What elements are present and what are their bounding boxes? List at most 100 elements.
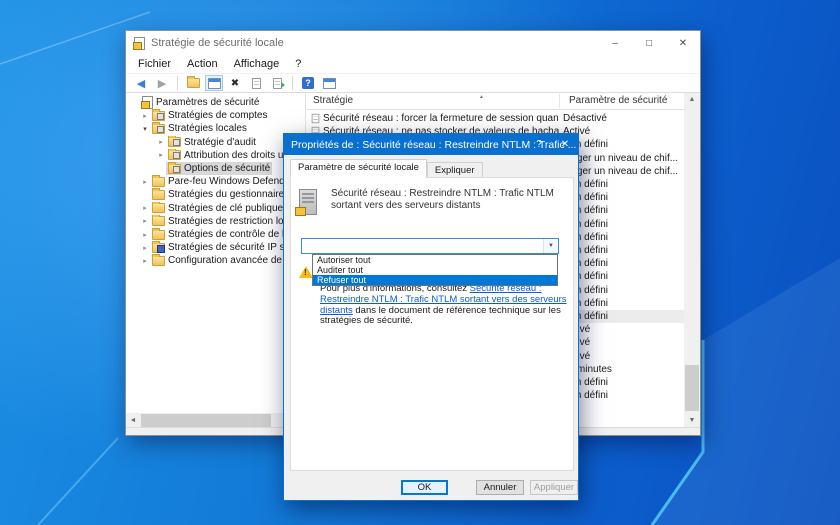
up-one-level-icon[interactable] bbox=[184, 75, 202, 91]
policy-value-cell: Non défini bbox=[563, 377, 681, 388]
policy-title: Sécurité réseau : Restreindre NTLM : Tra… bbox=[331, 188, 559, 212]
menu-action[interactable]: Action bbox=[179, 56, 226, 72]
expand-icon[interactable]: ▸ bbox=[140, 257, 150, 265]
policy-value-cell: Non défini bbox=[563, 311, 681, 322]
tree-item-content: Stratégies de restriction logiciell bbox=[150, 215, 305, 228]
chevron-down-icon[interactable]: ▼ bbox=[543, 239, 558, 253]
delete-icon: ✖ bbox=[231, 78, 239, 89]
properties-dialog: Propriétés de : Sécurité réseau : Restre… bbox=[283, 133, 579, 501]
column-header-value[interactable]: Paramètre de sécurité bbox=[569, 95, 667, 106]
policy-value-cell: Non défini bbox=[563, 205, 681, 216]
tree-item-label: Stratégie d'audit bbox=[184, 137, 256, 148]
help-icon: ? bbox=[302, 77, 314, 89]
menu-item[interactable]: ? bbox=[287, 56, 309, 72]
scroll-up-icon[interactable]: ▲ bbox=[684, 93, 700, 107]
folder-icon bbox=[152, 216, 165, 226]
policy-name-cell: Sécurité réseau : forcer la fermeture de… bbox=[323, 113, 559, 124]
expand-icon[interactable]: ▸ bbox=[140, 204, 150, 212]
policy-row[interactable]: Sécurité réseau : forcer la fermeture de… bbox=[307, 112, 684, 125]
show-console-tree-icon bbox=[208, 78, 221, 89]
help-icon[interactable]: ? bbox=[299, 75, 317, 91]
tree-item-strat-gies-du-gestionnaire-de-list[interactable]: Stratégies du gestionnaire de list bbox=[126, 188, 305, 201]
toolbar-separator bbox=[292, 76, 293, 90]
properties-icon[interactable] bbox=[247, 75, 265, 91]
sort-ascending-icon: ▲ bbox=[479, 94, 484, 100]
back-icon[interactable]: ◀ bbox=[132, 75, 150, 91]
tree-item-content: Paramètres de sécurité bbox=[140, 96, 261, 109]
dialog-buttons: OKAnnulerAppliquer bbox=[284, 480, 571, 496]
policy-value-cell: 30 minutes bbox=[563, 364, 681, 375]
tree-item-strat-gies-de-s-curit-ip-sur-ordi[interactable]: ▸Stratégies de sécurité IP sur Ordi bbox=[126, 241, 305, 254]
window-titlebar[interactable]: Stratégie de sécurité locale –□✕ bbox=[126, 31, 700, 55]
tree-item-label: Paramètres de sécurité bbox=[156, 97, 259, 108]
tab-param-tre-de-s-curit-locale[interactable]: Paramètre de sécurité locale bbox=[290, 159, 427, 178]
tree-item-strat-gies-de-restriction-logiciell[interactable]: ▸Stratégies de restriction logiciell bbox=[126, 215, 305, 228]
policy-value-cell: Désactivé bbox=[563, 113, 681, 124]
export-list-icon[interactable] bbox=[268, 75, 286, 91]
ok-button[interactable]: OK bbox=[401, 480, 448, 495]
delete-icon[interactable]: ✖ bbox=[226, 75, 244, 91]
minimize-button[interactable]: – bbox=[598, 31, 632, 55]
dialog-help-button[interactable]: ? bbox=[526, 134, 552, 155]
dropdown-option-refuser-tout[interactable]: Refuser tout bbox=[313, 275, 557, 285]
ipsec-folder-icon bbox=[152, 243, 165, 253]
tree-item-strat-gies-de-comptes[interactable]: ▸ Stratégies de comptes bbox=[126, 109, 305, 122]
policy-value-cell: Non défini bbox=[563, 258, 681, 269]
tree-item-configuration-avanc-e-de-la-stra[interactable]: ▸Configuration avancée de la stra bbox=[126, 254, 305, 267]
expand-icon[interactable]: ▸ bbox=[156, 138, 166, 146]
expand-icon[interactable]: ▸ bbox=[140, 217, 150, 225]
tab-page-local-security-setting: Sécurité réseau : Restreindre NTLM : Tra… bbox=[290, 177, 574, 471]
tree-item-label: Stratégies de comptes bbox=[168, 110, 268, 121]
info-text: Pour plus d'informations, consultez Sécu… bbox=[320, 284, 568, 327]
scroll-down-icon[interactable]: ▼ bbox=[684, 414, 700, 428]
appliquer-button: Appliquer bbox=[530, 480, 578, 495]
setting-combobox[interactable]: ▼ bbox=[301, 238, 559, 254]
locked-folder-icon bbox=[152, 124, 165, 134]
tree-item-strat-gies-locales[interactable]: ▾Stratégies locales bbox=[126, 122, 305, 135]
dialog-close-button[interactable]: ✕ bbox=[552, 134, 578, 155]
dropdown-option-auditer-tout[interactable]: Auditer tout bbox=[313, 265, 557, 275]
expand-icon[interactable]: ▸ bbox=[140, 244, 150, 252]
scrollbar-thumb[interactable] bbox=[685, 365, 699, 411]
menu-fichier[interactable]: Fichier bbox=[130, 56, 179, 72]
tree-item-content: Stratégies de comptes bbox=[150, 109, 270, 122]
tree-item-strat-gies-de-cl-publique[interactable]: ▸Stratégies de clé publique bbox=[126, 202, 305, 215]
list-vertical-scrollbar[interactable]: ▲ ▼ bbox=[684, 93, 700, 428]
tree-item-strat-gies-de-contr-le-de-l-applic[interactable]: ▸Stratégies de contrôle de l'applic bbox=[126, 228, 305, 241]
tree-item-options-de-s-curit[interactable]: Options de sécurité bbox=[126, 162, 305, 175]
expand-icon[interactable]: ▸ bbox=[140, 112, 150, 120]
dropdown-option-autoriser-tout[interactable]: Autoriser tout bbox=[313, 255, 557, 265]
policy-value-cell: Non défini bbox=[563, 298, 681, 309]
collapse-icon[interactable]: ▾ bbox=[140, 125, 150, 133]
policy-value-cell: Non défini bbox=[563, 219, 681, 230]
tree-item-strat-gie-d-audit[interactable]: ▸ Stratégie d'audit bbox=[126, 136, 305, 149]
policy-value-cell: Non défini bbox=[563, 232, 681, 243]
scrollbar-thumb[interactable] bbox=[141, 414, 271, 427]
expand-icon[interactable]: ▸ bbox=[156, 151, 166, 159]
column-header-strategy[interactable]: Stratégie bbox=[313, 95, 353, 106]
window-title: Stratégie de sécurité locale bbox=[151, 37, 284, 49]
new-window-icon[interactable] bbox=[320, 75, 338, 91]
export-list-icon bbox=[273, 78, 282, 89]
forward-icon[interactable]: ▶ bbox=[153, 75, 171, 91]
folder-icon bbox=[152, 177, 165, 187]
dialog-titlebar[interactable]: Propriétés de : Sécurité réseau : Restre… bbox=[284, 134, 578, 155]
tree-item-content: Stratégies de clé publique bbox=[150, 202, 285, 215]
desktop-wallpaper: Stratégie de sécurité locale –□✕ Fichier… bbox=[0, 0, 840, 525]
show-console-tree-icon[interactable] bbox=[205, 75, 223, 91]
annuler-button[interactable]: Annuler bbox=[476, 480, 524, 495]
tree-item-param-tres-de-s-curit[interactable]: Paramètres de sécurité bbox=[126, 96, 305, 109]
expand-icon[interactable]: ▸ bbox=[140, 178, 150, 186]
tree-horizontal-scrollbar[interactable]: ◄ ► bbox=[126, 413, 306, 428]
folder-icon bbox=[152, 203, 165, 213]
policy-value-cell: Non défini bbox=[563, 179, 681, 190]
tab-expliquer[interactable]: Expliquer bbox=[427, 162, 483, 178]
maximize-button[interactable]: □ bbox=[632, 31, 666, 55]
expand-icon[interactable]: ▸ bbox=[140, 231, 150, 239]
close-button[interactable]: ✕ bbox=[666, 31, 700, 55]
column-divider[interactable] bbox=[559, 94, 560, 108]
menu-affichage[interactable]: Affichage bbox=[226, 56, 288, 72]
scroll-left-icon[interactable]: ◄ bbox=[126, 417, 140, 424]
tree-item-attribution-des-droits-utilisat[interactable]: ▸Attribution des droits utilisat bbox=[126, 149, 305, 162]
tree-item-pare-feu-windows-defender-ave[interactable]: ▸Pare-feu Windows Defender ave bbox=[126, 175, 305, 188]
